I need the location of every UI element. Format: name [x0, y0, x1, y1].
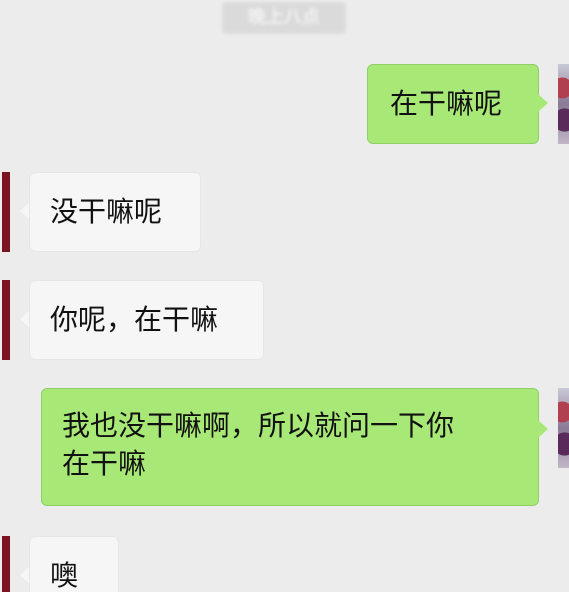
- message-bubble-outgoing[interactable]: 在干嘛呢: [367, 64, 539, 144]
- message-text: 在干嘛呢: [390, 87, 503, 120]
- bubble-tail: [538, 94, 548, 112]
- chat-window: 晚上八点 在干嘛呢 没干嘛呢 你呢，在干嘛 我也没干嘛啊，所以就问一下你 在干嘛…: [0, 0, 569, 592]
- bubble-tail: [538, 420, 548, 438]
- message-text-line: 在干嘛: [62, 447, 147, 480]
- avatar[interactable]: [558, 388, 569, 468]
- message-bubble-incoming[interactable]: 你呢，在干嘛: [29, 280, 264, 360]
- timestamp: 晚上八点: [222, 2, 346, 34]
- message-bubble-outgoing[interactable]: 我也没干嘛啊，所以就问一下你 在干嘛: [41, 388, 539, 506]
- message-text: 没干嘛呢: [50, 195, 163, 228]
- message-bubble-incoming[interactable]: 没干嘛呢: [29, 172, 201, 252]
- avatar[interactable]: [558, 64, 569, 144]
- message-text: 噢: [50, 559, 79, 592]
- avatar[interactable]: [2, 172, 10, 252]
- avatar[interactable]: [2, 280, 10, 360]
- message-bubble-incoming[interactable]: 噢: [29, 536, 119, 592]
- message-text: 你呢，在干嘛: [50, 303, 219, 336]
- message-text-line: 我也没干嘛啊，所以就问一下你: [62, 409, 455, 442]
- avatar[interactable]: [2, 536, 10, 592]
